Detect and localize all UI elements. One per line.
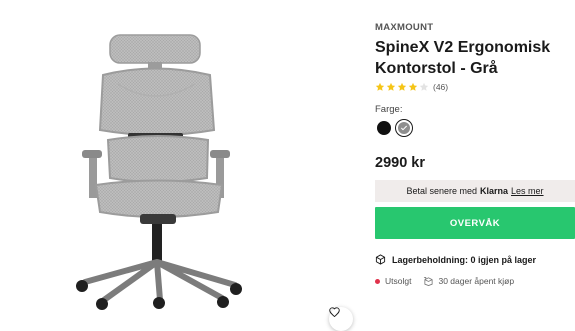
chair-illustration (76, 34, 242, 310)
star-empty-icon (419, 82, 429, 91)
rating-stars (375, 82, 429, 92)
klarna-read-more-link[interactable]: Les mer (511, 186, 544, 196)
klarna-text: Betal senere med (406, 186, 477, 196)
return-policy: 30 dager åpent kjøp (423, 276, 514, 286)
color-swatches (375, 119, 413, 137)
swatch-gray-selected[interactable] (395, 119, 413, 137)
star-filled-icon (408, 82, 418, 91)
return-box-icon (424, 276, 434, 286)
return-policy-label: 30 dager åpent kjøp (438, 276, 515, 286)
star-filled-icon (386, 82, 396, 91)
star-filled-icon (397, 82, 407, 91)
sold-out-label: Utsolgt (385, 276, 412, 286)
check-icon (400, 125, 408, 131)
stock-status: Lagerbeholdning: 0 igjen på lager (375, 254, 536, 265)
swatch-black[interactable] (377, 121, 391, 135)
price: 2990 kr (375, 155, 425, 171)
review-count: (46) (433, 82, 449, 92)
heart-icon (329, 307, 340, 317)
brand-name[interactable]: MAXMOUNT (375, 22, 433, 33)
rating[interactable]: (46) (375, 82, 448, 92)
star-filled-icon (375, 82, 385, 91)
wishlist-button[interactable] (329, 307, 353, 331)
availability-row: Utsolgt 30 dager åpent kjøp (375, 276, 514, 286)
klarna-banner: Betal senere med Klarna Les mer (375, 180, 575, 202)
product-title: SpineX V2 Ergonomisk Kontorstol - Grå (375, 39, 551, 77)
klarna-logo-text: Klarna (480, 186, 509, 196)
swatch-gray (398, 122, 410, 134)
watch-button[interactable]: OVERVÅK (375, 207, 575, 239)
box-icon (375, 254, 386, 265)
sold-out-dot-icon (375, 278, 380, 284)
color-label: Farge: (375, 104, 403, 115)
product-image (0, 0, 362, 331)
stock-label: Lagerbeholdning: 0 igjen på lager (392, 254, 537, 265)
